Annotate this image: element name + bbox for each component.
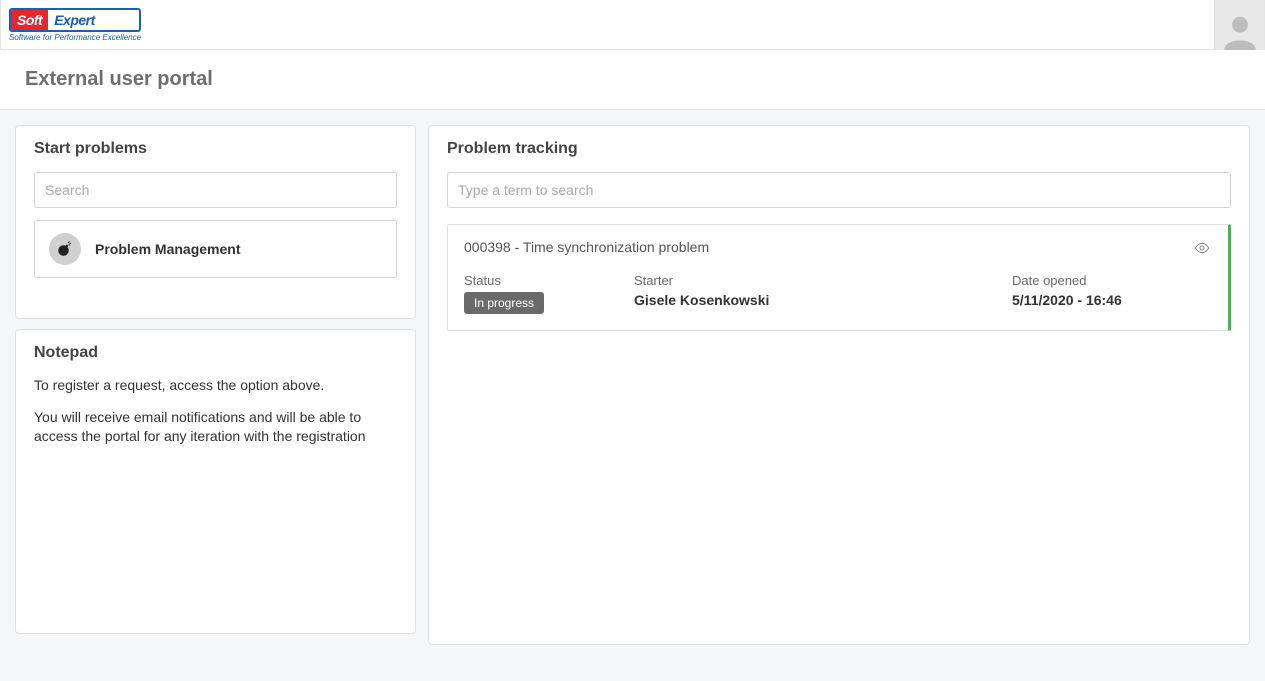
notepad-panel: Notepad To register a request, access th… [15,329,416,634]
problem-tracking-search-input[interactable] [447,172,1231,208]
start-problems-panel: Start problems Problem Management [15,125,416,319]
content-area: Start problems Problem Management Notepa… [0,110,1265,660]
tracking-item[interactable]: 000398 - Time synchronization problem St… [447,224,1231,331]
tracking-item-title: 000398 - Time synchronization problem [464,239,1212,255]
status-badge: In progress [464,292,544,314]
problem-tracking-panel: Problem tracking 000398 - Time synchroni… [428,125,1250,645]
user-avatar[interactable] [1214,0,1264,50]
date-opened-label: Date opened [1012,273,1212,288]
problem-type-label: Problem Management [95,241,240,257]
page-title-bar: External user portal [0,50,1265,110]
person-icon [1221,12,1259,50]
view-button[interactable] [1194,241,1212,259]
problem-type-card[interactable]: Problem Management [34,220,397,278]
app-logo[interactable]: Soft Expert Software for Performance Exc… [9,8,141,42]
logo-text-left: Soft [11,10,48,30]
start-problems-search-input[interactable] [34,172,397,208]
eye-icon [1194,242,1210,254]
logo-text-right: Expert [48,10,101,30]
notepad-line-1: To register a request, access the option… [34,376,397,396]
notepad-heading: Notepad [34,344,397,362]
starter-label: Starter [634,273,992,288]
date-opened-value: 5/11/2020 - 16:46 [1012,292,1122,308]
logo-tagline: Software for Performance Excellence [9,34,141,42]
starter-value: Gisele Kosenkowski [634,292,769,308]
notepad-line-2: You will receive email notifications and… [34,408,397,447]
top-header: Soft Expert Software for Performance Exc… [0,0,1265,50]
status-label: Status [464,273,614,288]
bomb-icon [49,233,81,265]
problem-tracking-heading: Problem tracking [447,140,1231,158]
page-title: External user portal [25,68,1240,91]
start-problems-heading: Start problems [34,140,397,158]
